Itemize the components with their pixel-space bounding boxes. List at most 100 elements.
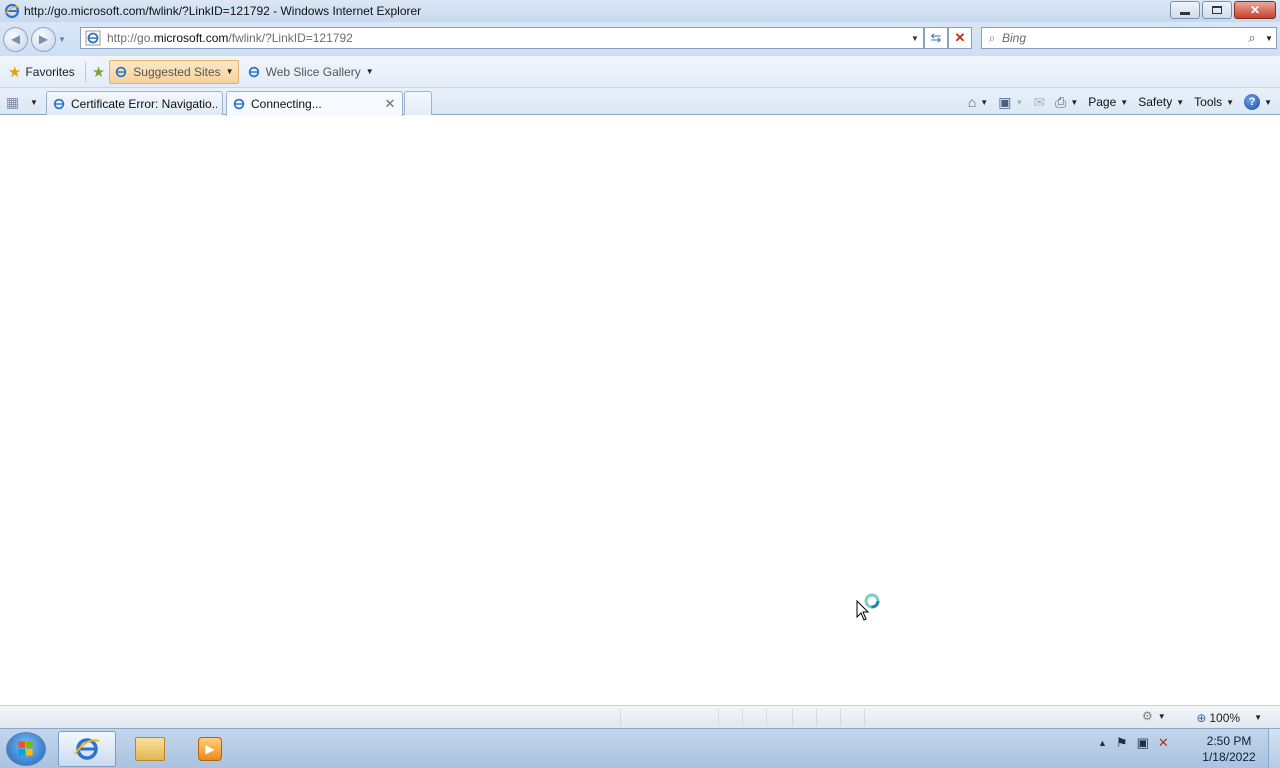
action-center-flag-icon[interactable]: ⚑ <box>1116 735 1128 751</box>
url-suffix: /fwlink/?LinkID=121792 <box>228 31 353 45</box>
restore-button[interactable] <box>1202 1 1232 19</box>
address-bar[interactable]: http://go.microsoft.com/fwlink/?LinkID=1… <box>80 27 924 49</box>
safety-menu[interactable]: Safety ▼ <box>1138 95 1184 109</box>
taskbar-media-player[interactable]: ▶ <box>181 731 239 767</box>
url-domain: microsoft.com <box>153 31 229 45</box>
quick-tabs-button[interactable]: ▦ ▼ <box>6 91 44 113</box>
chevron-down-icon: ▼ <box>1226 97 1235 107</box>
home-icon: ⌂ <box>967 94 977 110</box>
tab-label: Connecting... <box>251 97 322 111</box>
add-to-favorites-bar-icon[interactable]: ★ <box>92 63 105 81</box>
windows-logo-icon <box>18 741 33 756</box>
minimize-icon <box>1180 11 1190 15</box>
volume-muted-icon[interactable]: ✕ <box>1158 735 1169 751</box>
stop-button[interactable]: ✕ <box>948 27 972 49</box>
chevron-down-icon: ▼ <box>1176 97 1185 107</box>
refresh-button[interactable]: ⇆ <box>924 27 948 49</box>
forward-button[interactable]: ▶ <box>31 26 56 52</box>
feeds-button[interactable]: ▣ ▼ <box>998 94 1023 111</box>
network-icon[interactable]: ▣ <box>1137 735 1149 751</box>
quick-tabs-grid-icon: ▦ <box>6 94 20 110</box>
zoom-icon: ⊕ <box>1196 710 1207 725</box>
search-provider-icon: ⌕ <box>988 30 996 45</box>
folder-icon <box>135 737 165 761</box>
web-slice-gallery-button[interactable]: Web Slice Gallery ▼ <box>243 60 378 84</box>
protected-mode-indicator[interactable]: ⚙ ▼ <box>1142 709 1166 723</box>
taskbar: ▶ ▲ ⚑ ▣ ✕ 2:50 PM 1/18/2022 <box>0 728 1280 768</box>
tab-certificate-error[interactable]: Certificate Error: Navigatio... <box>46 91 223 115</box>
arrow-left-icon: ◀ <box>10 32 21 46</box>
favorites-label: Favorites <box>25 64 75 79</box>
address-url[interactable]: http://go.microsoft.com/fwlink/?LinkID=1… <box>107 31 907 45</box>
back-button[interactable]: ◀ <box>3 26 28 52</box>
status-panel <box>742 709 743 726</box>
safety-menu-label: Safety <box>1138 95 1173 109</box>
new-tab-button[interactable] <box>404 91 432 115</box>
rss-feed-icon: ▣ <box>998 93 1012 110</box>
ie-logo-icon <box>4 3 20 19</box>
help-icon: ? <box>1244 94 1261 110</box>
chevron-down-icon[interactable]: ▼ <box>1015 98 1023 107</box>
chevron-down-icon[interactable]: ▼ <box>1070 98 1078 107</box>
clock[interactable]: 2:50 PM 1/18/2022 <box>1196 733 1262 765</box>
favorites-bar: ★ Favorites ★ Suggested Sites ▼ Web Slic… <box>0 56 1280 88</box>
status-panel <box>766 709 767 726</box>
system-tray: ▲ ⚑ ▣ ✕ <box>1098 735 1178 751</box>
chevron-down-icon[interactable]: ▼ <box>1254 713 1262 722</box>
zoom-control[interactable]: ⊕ 100% ▼ <box>1196 709 1262 726</box>
clock-date: 1/18/2022 <box>1202 750 1256 764</box>
chevron-down-icon[interactable]: ▼ <box>980 98 988 107</box>
status-panel <box>840 709 841 726</box>
status-panel <box>864 709 865 726</box>
print-button[interactable]: ⎙ ▼ <box>1055 94 1078 111</box>
arrow-right-icon: ▶ <box>38 32 49 46</box>
close-tab-icon[interactable]: ✕ <box>383 96 397 112</box>
title-bar: http://go.microsoft.com/fwlink/?LinkID=1… <box>0 0 1280 22</box>
page-menu[interactable]: Page ▼ <box>1088 95 1128 109</box>
favorites-star-icon: ★ <box>8 63 22 81</box>
refresh-icon: ⇆ <box>930 30 942 45</box>
home-button[interactable]: ⌂ ▼ <box>968 94 988 110</box>
suggested-sites-label: Suggested Sites <box>133 64 221 79</box>
search-placeholder[interactable]: Bing <box>1002 31 1242 45</box>
address-dropdown-icon[interactable]: ▼ <box>907 34 923 43</box>
chevron-down-icon: ▼ <box>225 67 234 76</box>
search-options-dropdown[interactable]: ▼ <box>1262 34 1276 43</box>
help-menu[interactable]: ? ▼ <box>1244 94 1272 110</box>
tab-connecting[interactable]: Connecting... ✕ <box>226 91 403 116</box>
restore-icon <box>1212 6 1222 14</box>
tab-label: Certificate Error: Navigatio... <box>71 96 217 111</box>
web-slice-gallery-label: Web Slice Gallery <box>265 64 361 79</box>
close-button[interactable]: ✕ <box>1234 1 1276 19</box>
recent-pages-dropdown[interactable]: ▼ <box>58 35 70 44</box>
taskbar-internet-explorer[interactable] <box>58 731 116 767</box>
navigation-bar: ◀ ▶ ▼ http://go.microsoft.com/fwlink/?Li… <box>0 22 1280 56</box>
chevron-down-icon: ▼ <box>1264 97 1272 107</box>
window-title: http://go.microsoft.com/fwlink/?LinkID=1… <box>24 4 422 18</box>
page-content[interactable] <box>0 116 1280 705</box>
ie-page-icon <box>116 66 127 77</box>
url-prefix: http://go. <box>107 31 154 45</box>
read-mail-button[interactable]: ✉ <box>1033 94 1045 111</box>
stop-icon: ✕ <box>954 30 966 45</box>
show-desktop-button[interactable] <box>1268 729 1280 768</box>
close-icon: ✕ <box>1249 3 1261 17</box>
page-ie-icon <box>85 30 101 46</box>
show-hidden-icons-icon[interactable]: ▲ <box>1098 738 1107 748</box>
media-player-icon: ▶ <box>198 737 222 761</box>
tab-list-dropdown-icon[interactable]: ▼ <box>30 98 38 107</box>
read-mail-icon: ✉ <box>1033 93 1046 110</box>
minimize-button[interactable] <box>1170 1 1200 19</box>
taskbar-windows-explorer[interactable] <box>121 731 179 767</box>
favorites-button[interactable]: ★ Favorites <box>4 60 79 84</box>
status-panel <box>792 709 793 726</box>
chevron-down-icon[interactable]: ▼ <box>1158 712 1166 721</box>
status-panel <box>718 709 719 726</box>
internet-explorer-icon <box>74 738 100 760</box>
tools-menu[interactable]: Tools ▼ <box>1194 95 1234 109</box>
start-button[interactable] <box>6 732 46 766</box>
suggested-sites-button[interactable]: Suggested Sites ▼ <box>109 59 239 84</box>
search-box[interactable]: ⌕ Bing ⌕ ▼ <box>981 27 1277 49</box>
search-icon[interactable]: ⌕ <box>1242 30 1262 46</box>
tab-bar: ▦ ▼ Certificate Error: Navigatio... Conn… <box>0 88 1280 116</box>
